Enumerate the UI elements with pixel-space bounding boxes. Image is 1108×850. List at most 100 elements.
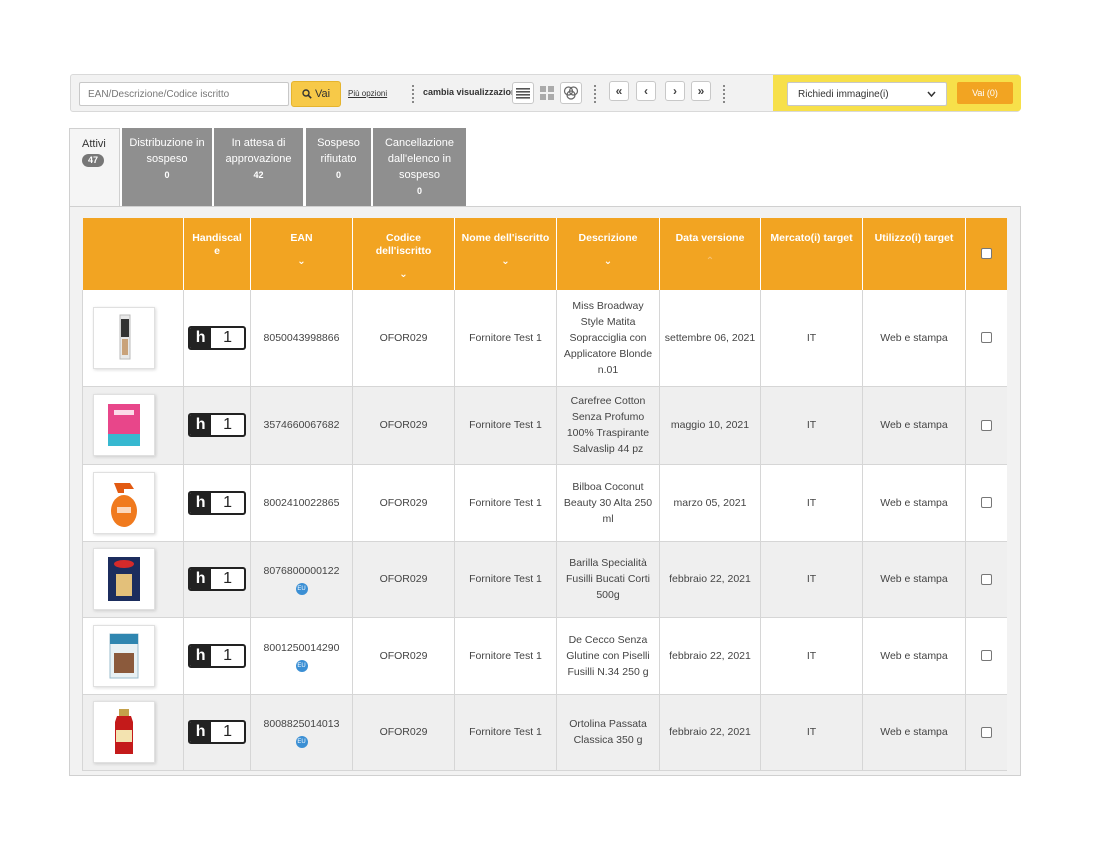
mercato-cell: IT [760,617,863,695]
sort-down-icon: ⌄ [399,269,408,280]
product-thumbnail[interactable] [93,624,155,687]
col-mercato: Mercato(i) target [760,218,863,290]
tab-count: 0 [335,170,341,180]
select-cell [965,386,1007,465]
tab-cancellazione-in-sospeso[interactable]: Cancellazione dall'elenco in sospeso 0 [373,128,466,208]
ean-cell: 8002410022865 [250,464,353,542]
tab-sospeso-rifiutato[interactable]: Sospeso rifiutato 0 [306,128,371,208]
list-view-icon [516,88,530,99]
handiscale-cell: h1 [183,386,251,465]
col-ean[interactable]: EAN ⌄ [250,218,353,290]
nome-cell: Fornitore Test 1 [454,464,557,542]
sort-down-icon: ⌄ [297,256,306,267]
product-thumbnail[interactable] [93,394,155,456]
tab-label: Attivi [82,138,106,150]
last-page-button[interactable]: » [691,81,711,101]
codice-cell: OFOR029 [352,617,455,695]
col-utilizzo: Utilizzo(i) target [862,218,966,290]
compare-view-icon [563,86,579,100]
data-versione-cell: febbraio 22, 2021 [659,541,761,618]
search-input[interactable] [79,82,289,106]
row-checkbox[interactable] [981,650,992,662]
mercato-cell: IT [760,464,863,542]
col-handiscale: Handiscal e [183,218,251,290]
view-switch-label: cambia visualizzazione [423,87,522,97]
nome-cell: Fornitore Test 1 [454,386,557,465]
tab-distribuzione-in-sospeso[interactable]: Distribuzione in sospeso 0 [122,128,212,208]
utilizzo-cell: Web e stampa [862,386,966,465]
handiscale-cell: h1 [183,617,251,695]
grid-view-icon [540,86,554,100]
col-data-versione[interactable]: Data versione ⌃ [659,218,761,290]
codice-cell: OFOR029 [352,694,455,771]
list-view-button[interactable] [512,82,534,104]
handiscale-h-icon: h [190,415,212,435]
product-image-spray-bottle [111,482,137,527]
search-button[interactable]: Vai [291,81,341,107]
row-checkbox[interactable] [981,726,992,738]
table-row[interactable]: h1 8050043998866 OFOR029 Fornitore Test … [82,290,1007,387]
descrizione-cell: Bilboa Coconut Beauty 30 Alta 250 ml [556,464,660,542]
col-nome[interactable]: Nome dell'iscritto ⌄ [454,218,557,290]
row-checkbox[interactable] [981,497,992,509]
data-versione-cell: febbraio 22, 2021 [659,694,761,771]
col-select-all[interactable] [965,218,1007,290]
select-all-checkbox[interactable] [981,248,993,260]
product-thumbnail[interactable] [93,306,155,369]
row-checkbox[interactable] [981,573,992,585]
tab-label: In attesa di approvazione [225,137,292,165]
handiscale-cell: h1 [183,694,251,771]
action-select[interactable]: Richiedi immagine(i) [787,82,947,106]
select-cell [965,464,1007,542]
search-button-label: Vai [314,88,331,100]
data-versione-cell: settembre 06, 2021 [659,290,761,387]
table-row[interactable]: h1 3574660067682 OFOR029 Fornitore Test … [82,386,1007,465]
col-image [82,218,184,290]
handiscale-cell: h1 [183,464,251,542]
grid-view-button[interactable] [536,82,558,104]
product-thumbnail-cell [82,617,184,695]
ean-cell: 8008825014013 EU [250,694,353,771]
product-thumbnail[interactable] [93,701,155,763]
data-versione-cell: maggio 10, 2021 [659,386,761,465]
handiscale-badge: h1 [188,413,246,437]
first-page-button[interactable]: « [609,81,629,101]
tab-count: 0 [164,170,170,180]
next-page-button[interactable]: › [665,81,685,101]
utilizzo-cell: Web e stampa [862,541,966,618]
row-checkbox[interactable] [981,419,992,431]
handiscale-h-icon: h [190,645,212,666]
action-go-button[interactable]: Vai (0) [957,82,1013,104]
tab-in-attesa-di-approvazione[interactable]: In attesa di approvazione 42 [214,128,303,208]
toolbar-divider [723,85,725,103]
tab-label: Cancellazione dall'elenco in sospeso [384,137,455,181]
row-checkbox[interactable] [981,332,992,344]
table-row[interactable]: h1 8002410022865 OFOR029 Fornitore Test … [82,464,1007,542]
select-cell [965,617,1007,695]
product-thumbnail[interactable] [93,548,155,610]
handiscale-cell: h1 [183,541,251,618]
ean-cell: 3574660067682 [250,386,353,465]
compare-view-button[interactable] [560,82,582,104]
handiscale-cell: h1 [183,290,251,387]
table-row[interactable]: h1 8008825014013 EU OFOR029 Fornitore Tes… [82,694,1007,771]
col-codice[interactable]: Codice dell'iscritto ⌄ [352,218,455,290]
codice-cell: OFOR029 [352,541,455,618]
toolbar-divider [412,85,414,103]
eu-badge: EU [295,736,308,748]
product-thumbnail[interactable] [93,471,155,534]
bulk-action-area: Richiedi immagine(i) Vai (0) [773,75,1021,111]
handiscale-badge: h1 [188,325,246,350]
product-image-gluten-free-pasta [109,633,139,678]
eu-badge: EU [295,659,308,672]
table-row[interactable]: h1 8001250014290 EU OFOR029 Fornitore Tes… [82,617,1007,695]
products-table: Handiscal e EAN ⌄ Codice dell'iscritto ⌄ N… [82,218,1007,771]
handiscale-h-icon: h [190,327,212,348]
more-options-link[interactable]: Più opzioni [348,89,387,98]
tab-attivi[interactable]: Attivi 47 [69,128,120,210]
table-row[interactable]: h1 8076800000122 EU OFOR029 Fornitore Tes… [82,541,1007,618]
col-descrizione[interactable]: Descrizione ⌄ [556,218,660,290]
toolbar: Vai Più opzioni cambia visualizzazione «… [70,74,1021,112]
prev-page-button[interactable]: ‹ [636,81,656,101]
handiscale-badge: h1 [188,567,246,591]
